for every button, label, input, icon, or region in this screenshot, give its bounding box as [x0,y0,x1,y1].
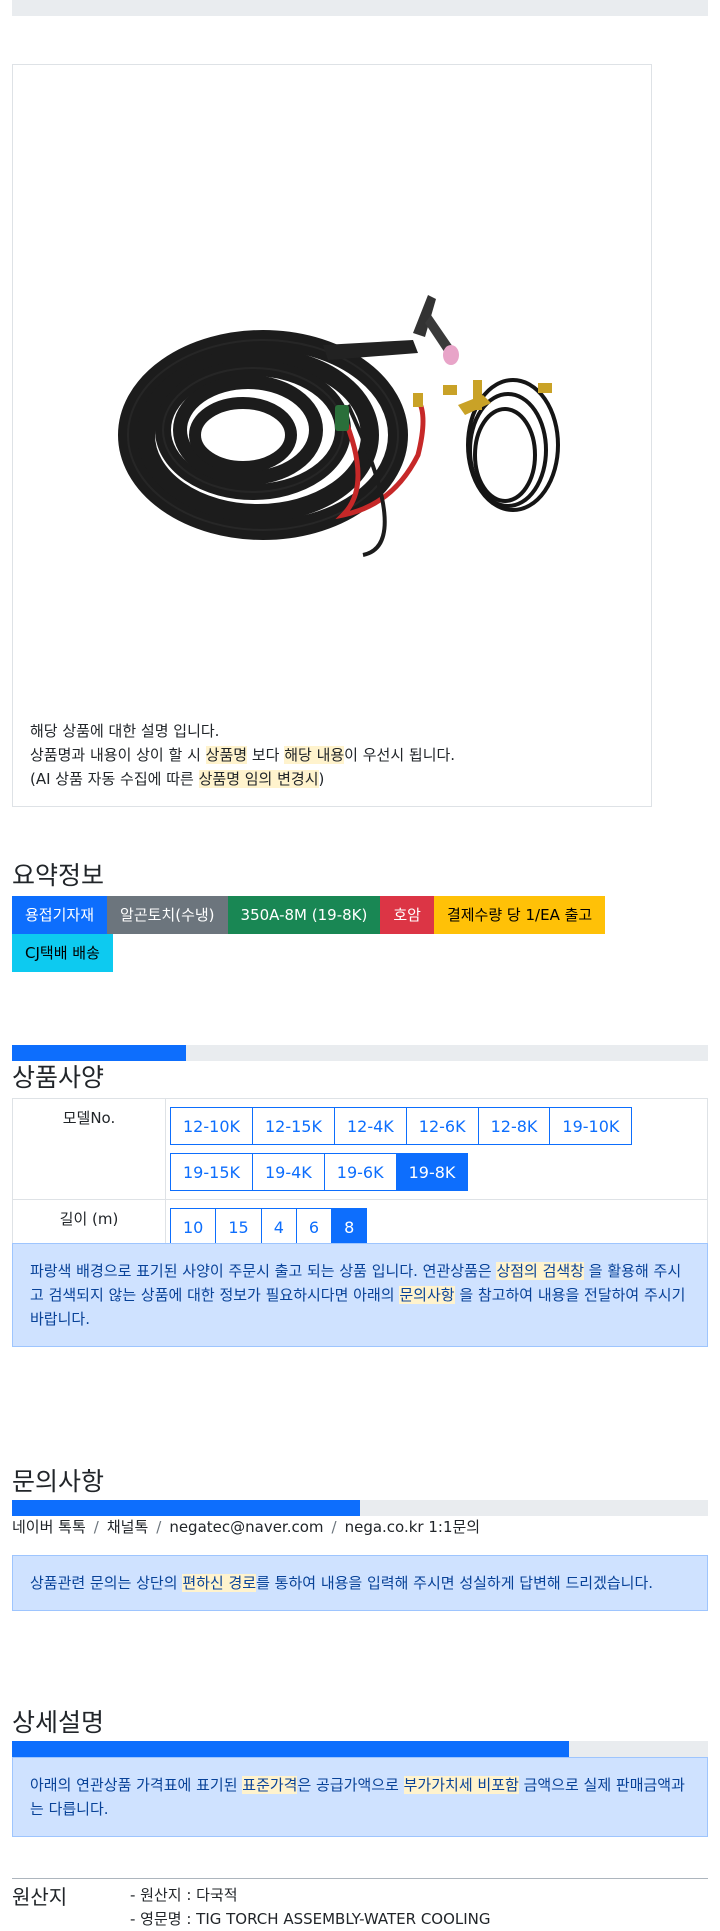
link-separator: / [156,1518,162,1536]
model-option-selected[interactable]: 19-8K [395,1153,469,1191]
highlight-standard-price: 표준가격 [242,1776,298,1794]
origin-label: 원산지 [12,1885,68,1909]
notice-line-1: 해당 상품에 대한 설명 입니다. [30,722,220,740]
site-inquiry-link[interactable]: nega.co.kr 1:1문의 [345,1518,481,1536]
length-option[interactable]: 6 [295,1208,333,1246]
notice-line-2: 상품명과 내용이 상이 할 시 상품명 보다 해당 내용이 우선시 됩니다. [30,743,455,767]
product-card: 해당 상품에 대한 설명 입니다. 상품명과 내용이 상이 할 시 상품명 보다… [12,64,652,807]
spec-notice: 파랑색 배경으로 표기된 사양이 주문시 출고 되는 상품 입니다. 연관상품은… [12,1243,708,1347]
spec-progress-bar [12,1045,708,1061]
notice-text: 를 통하여 내용을 입력해 주시면 성실하게 답변해 드리겠습니다. [256,1574,654,1592]
length-option-selected[interactable]: 8 [331,1208,368,1246]
naver-talk-link[interactable]: 네이버 톡톡 [12,1518,86,1536]
inquiry-progress-bar [12,1500,708,1516]
model-option[interactable]: 19-6K [323,1153,397,1191]
link-separator: / [331,1518,337,1536]
length-option[interactable]: 15 [215,1208,262,1246]
badge-quantity: 결제수량 당 1/EA 출고 [433,896,606,934]
highlight-inquiry: 문의사항 [399,1286,455,1304]
inquiry-progress-fill [12,1500,360,1516]
summary-title: 요약정보 [12,861,105,890]
origin-country: - 원산지 : 다국적 [130,1886,238,1904]
model-option[interactable]: 19-4K [251,1153,325,1191]
notice-text: 아래의 연관상품 가격표에 표기된 [30,1776,243,1794]
detail-notice: 아래의 연관상품 가격표에 표기된 표준가격은 공급가액으로 부가가치세 비포함… [12,1757,708,1837]
spec-table: 모델No. 12-10K 12-15K 12-4K 12-6K 12-8K 19… [12,1098,708,1255]
model-option[interactable]: 12-6K [405,1107,479,1145]
notice-text: 상품관련 문의는 상단의 [30,1574,183,1592]
inquiry-links: 네이버 톡톡 / 채널톡 / negatec@naver.com / nega.co.kr … [12,1516,480,1537]
model-option[interactable]: 19-15K [170,1153,253,1191]
badge-model: 350A-8M (19-8K) [227,896,381,934]
product-notice: 해당 상품에 대한 설명 입니다. 상품명과 내용이 상이 할 시 상품명 보다… [30,719,455,791]
notice-text: 파랑색 배경으로 표기된 사양이 주문시 출고 되는 상품 입니다. 연관상품은 [30,1262,497,1280]
tig-torch-image [118,295,560,557]
top-progress-bar [12,0,708,16]
highlight-content: 해당 내용 [284,746,345,764]
model-option[interactable]: 12-8K [477,1107,551,1145]
notice-text: (AI 상품 자동 수집에 따른 [30,770,199,788]
badge-brand: 호암 [380,896,434,934]
model-option[interactable]: 12-10K [170,1107,253,1145]
notice-text: 상품명과 내용이 상이 할 시 [30,746,206,764]
highlight-route: 편하신 경로 [182,1574,257,1592]
notice-text: 보다 [247,746,285,764]
model-options-row2: 19-15K 19-4K 19-6K 19-8K [170,1149,703,1195]
origin-values: - 원산지 : 다국적 - 영문명 : TIG TORCH ASSEMBLY-W… [130,1883,491,1931]
detail-progress-fill [12,1741,569,1757]
length-option[interactable]: 4 [260,1208,297,1246]
highlight-name-change: 상품명 임의 변경시 [198,770,319,788]
badge-category: 용접기자재 [12,896,108,934]
origin-english-name: - 영문명 : TIG TORCH ASSEMBLY-WATER COOLING [130,1910,491,1928]
channel-talk-link[interactable]: 채널톡 [107,1518,148,1536]
badge-shipping: CJ택배 배송 [12,934,113,972]
highlight-product-name: 상품명 [205,746,248,764]
model-options: 12-10K 12-15K 12-4K 12-6K 12-8K 19-10K [170,1103,703,1149]
highlight-vat: 부가가치세 비포함 [403,1776,519,1794]
detail-title: 상세설명 [12,1708,105,1737]
inquiry-notice: 상품관련 문의는 상단의 편하신 경로를 통하여 내용을 입력해 주시면 성실하… [12,1555,708,1611]
badge-product-type: 알곤토치(수냉) [107,896,228,934]
email-link[interactable]: negatec@naver.com [169,1518,323,1536]
highlight-search: 상점의 검색창 [496,1262,585,1280]
model-option[interactable]: 19-10K [549,1107,633,1145]
notice-text: ) [318,770,325,788]
detail-progress-bar [12,1741,708,1757]
origin-row: 원산지 - 원산지 : 다국적 - 영문명 : TIG TORCH ASSEMB… [12,1878,708,1928]
model-option[interactable]: 12-15K [251,1107,335,1145]
model-option[interactable]: 12-4K [333,1107,407,1145]
spec-row-model: 모델No. 12-10K 12-15K 12-4K 12-6K 12-8K 19… [12,1098,708,1200]
model-options-cell: 12-10K 12-15K 12-4K 12-6K 12-8K 19-10K 1… [165,1098,708,1200]
length-option[interactable]: 10 [170,1208,217,1246]
spec-title: 상품사양 [12,1063,105,1092]
summary-badges: 용접기자재 알곤토치(수냉) 350A-8M (19-8K) 호암 결제수량 당… [12,896,672,972]
link-separator: / [93,1518,99,1536]
model-label: 모델No. [12,1098,166,1200]
inquiry-title: 문의사항 [12,1467,105,1496]
notice-line-3: (AI 상품 자동 수집에 따른 상품명 임의 변경시) [30,767,455,791]
notice-text: 이 우선시 됩니다. [344,746,456,764]
notice-text: 은 공급가액으로 [297,1776,404,1794]
